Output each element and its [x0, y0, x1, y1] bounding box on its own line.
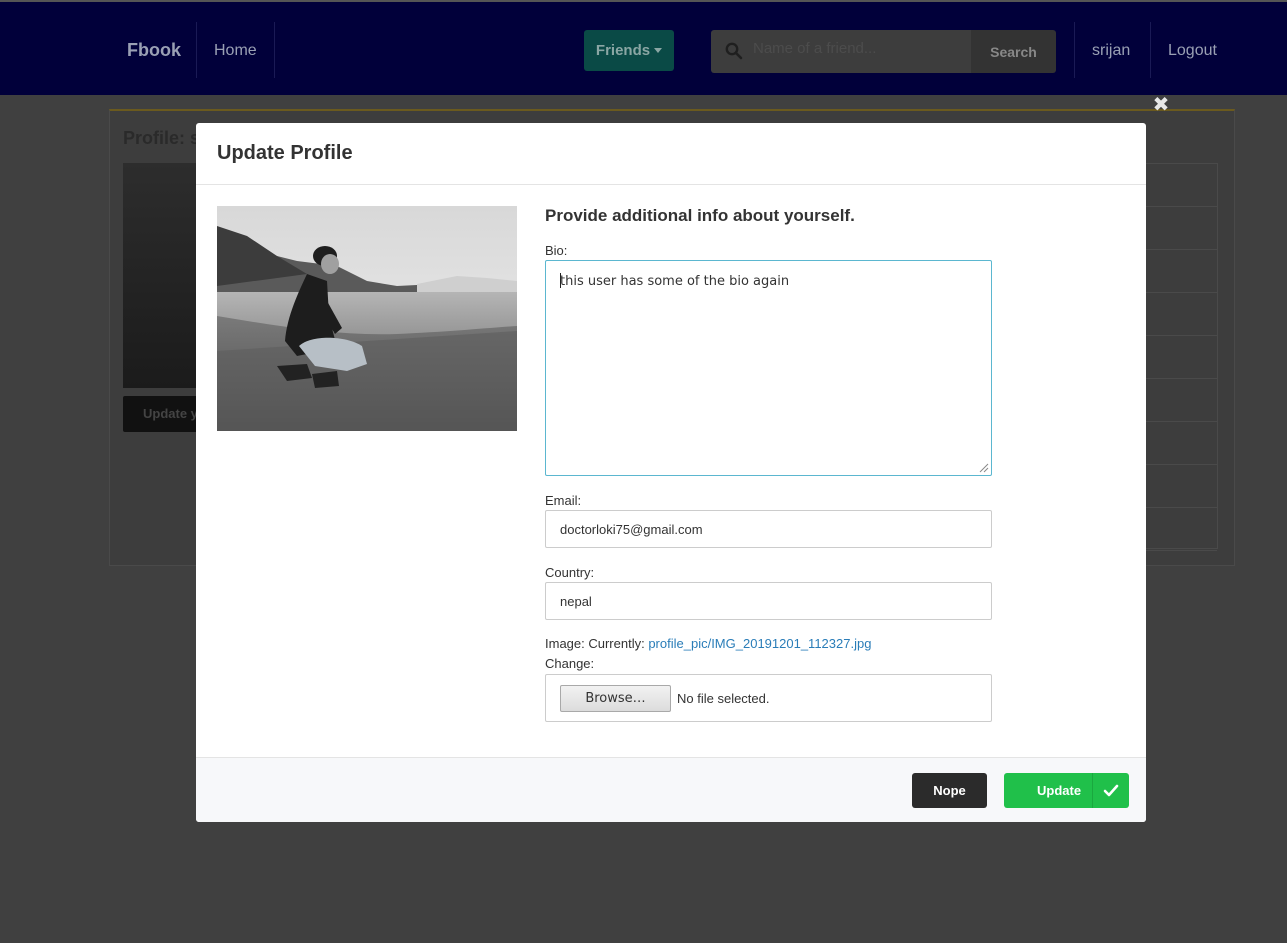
modal-footer: Nope Update: [196, 757, 1146, 822]
resize-grip-icon[interactable]: [979, 463, 989, 473]
friends-dropdown-button[interactable]: Friends: [584, 30, 674, 71]
nav-divider: [1150, 22, 1151, 78]
nope-button[interactable]: Nope: [912, 773, 987, 808]
nav-logout-link[interactable]: Logout: [1168, 42, 1217, 60]
update-profile-modal: Update Profile Provide additional info a…: [196, 123, 1146, 822]
bio-text: this user has some of the bio again: [560, 274, 790, 289]
search-button[interactable]: Search: [971, 30, 1056, 73]
update-label: Update: [1037, 783, 1082, 798]
profile-title: Profile: sr: [123, 128, 208, 148]
file-input[interactable]: Browse… No file selected.: [545, 674, 992, 722]
search-icon: [725, 42, 743, 60]
update-profile-button: Update y: [123, 396, 203, 432]
modal-title: Update Profile: [217, 142, 353, 164]
bio-label: Bio:: [545, 243, 568, 258]
friends-label: Friends: [595, 42, 651, 59]
country-label: Country:: [545, 565, 595, 580]
check-icon: [1103, 784, 1119, 797]
search-input[interactable]: Name of a friend...: [753, 40, 876, 57]
image-current-link[interactable]: profile_pic/IMG_20191201_112327.jpg: [648, 636, 871, 651]
close-icon[interactable]: ✖: [1152, 95, 1170, 115]
navbar: Fbook Home Friends Name of a friend... S…: [0, 0, 1287, 95]
bio-textarea[interactable]: this user has some of the bio again: [545, 260, 992, 476]
nav-divider: [196, 22, 197, 78]
caret-down-icon: [654, 48, 663, 53]
profile-photo-icon: [217, 206, 517, 431]
info-list: [1140, 163, 1218, 551]
no-file-text: No file selected.: [677, 691, 770, 706]
change-label: Change:: [545, 656, 595, 671]
nav-user-link[interactable]: srijan: [1092, 42, 1130, 60]
country-field[interactable]: nepal: [545, 582, 992, 620]
nav-divider: [1074, 22, 1075, 78]
email-field[interactable]: doctorloki75@gmail.com: [545, 510, 992, 548]
image-current-line: Image: Currently: profile_pic/IMG_201912…: [545, 636, 871, 651]
profile-image: [217, 206, 517, 431]
brand-logo[interactable]: Fbook: [127, 40, 181, 61]
image-label: Image: Currently:: [545, 636, 645, 651]
nav-divider: [274, 22, 275, 78]
profile-photo: [123, 163, 203, 388]
update-button[interactable]: Update: [1004, 773, 1129, 808]
form-heading: Provide additional info about yourself.: [545, 206, 855, 225]
button-divider: [1092, 773, 1093, 808]
browse-button[interactable]: Browse…: [560, 685, 671, 712]
nav-home-link[interactable]: Home: [214, 42, 257, 60]
search-box[interactable]: Name of a friend...: [711, 30, 971, 73]
email-label: Email:: [545, 493, 582, 508]
modal-header: Update Profile: [196, 123, 1146, 185]
